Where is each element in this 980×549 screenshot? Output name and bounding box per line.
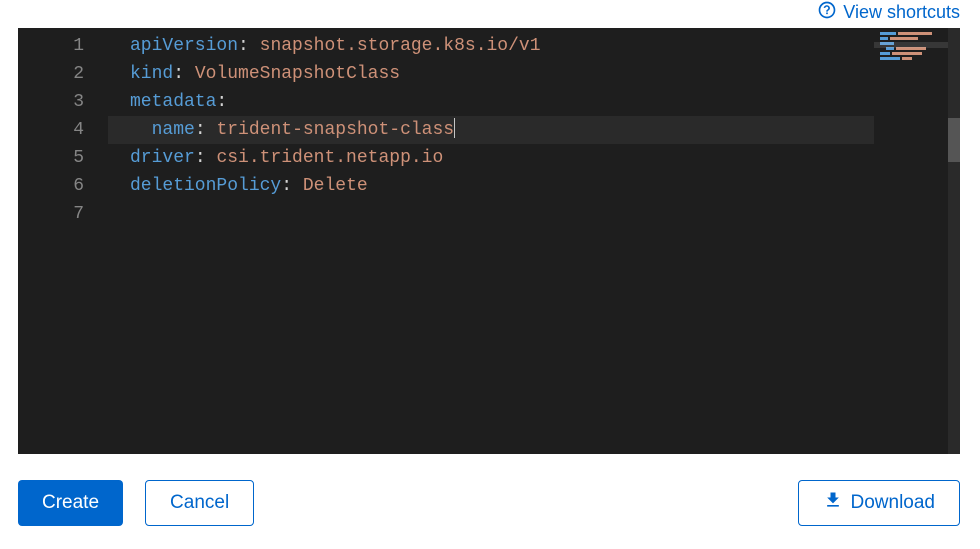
cancel-label: Cancel — [170, 492, 229, 514]
view-shortcuts-link[interactable]: View shortcuts — [817, 0, 960, 25]
create-label: Create — [42, 492, 99, 514]
code-line[interactable]: name: trident-snapshot-class — [108, 116, 874, 144]
line-number: 7 — [18, 200, 108, 228]
download-icon — [823, 490, 843, 516]
line-number: 2 — [18, 60, 108, 88]
scrollbar-thumb[interactable] — [948, 118, 960, 162]
code-line[interactable]: kind: VolumeSnapshotClass — [108, 60, 874, 88]
line-number: 6 — [18, 172, 108, 200]
download-button[interactable]: Download — [798, 480, 961, 526]
create-button[interactable]: Create — [18, 480, 123, 526]
cancel-button[interactable]: Cancel — [145, 480, 254, 526]
line-number: 4 — [18, 116, 108, 144]
code-line[interactable]: deletionPolicy: Delete — [108, 172, 874, 200]
code-line[interactable]: apiVersion: snapshot.storage.k8s.io/v1 — [108, 32, 874, 60]
code-line[interactable]: metadata: — [108, 88, 874, 116]
view-shortcuts-label: View shortcuts — [843, 2, 960, 23]
yaml-editor[interactable]: 1234567 apiVersion: snapshot.storage.k8s… — [18, 28, 960, 454]
line-number: 3 — [18, 88, 108, 116]
line-gutter: 1234567 — [18, 28, 108, 454]
code-line[interactable]: driver: csi.trident.netapp.io — [108, 144, 874, 172]
action-bar: Create Cancel Download — [18, 480, 960, 526]
download-label: Download — [851, 492, 936, 514]
vertical-scrollbar[interactable] — [948, 28, 960, 454]
minimap[interactable] — [874, 28, 948, 454]
line-number: 1 — [18, 32, 108, 60]
line-number: 5 — [18, 144, 108, 172]
help-icon — [817, 0, 837, 25]
code-area[interactable]: apiVersion: snapshot.storage.k8s.io/v1ki… — [108, 28, 874, 454]
code-line[interactable] — [108, 200, 874, 228]
